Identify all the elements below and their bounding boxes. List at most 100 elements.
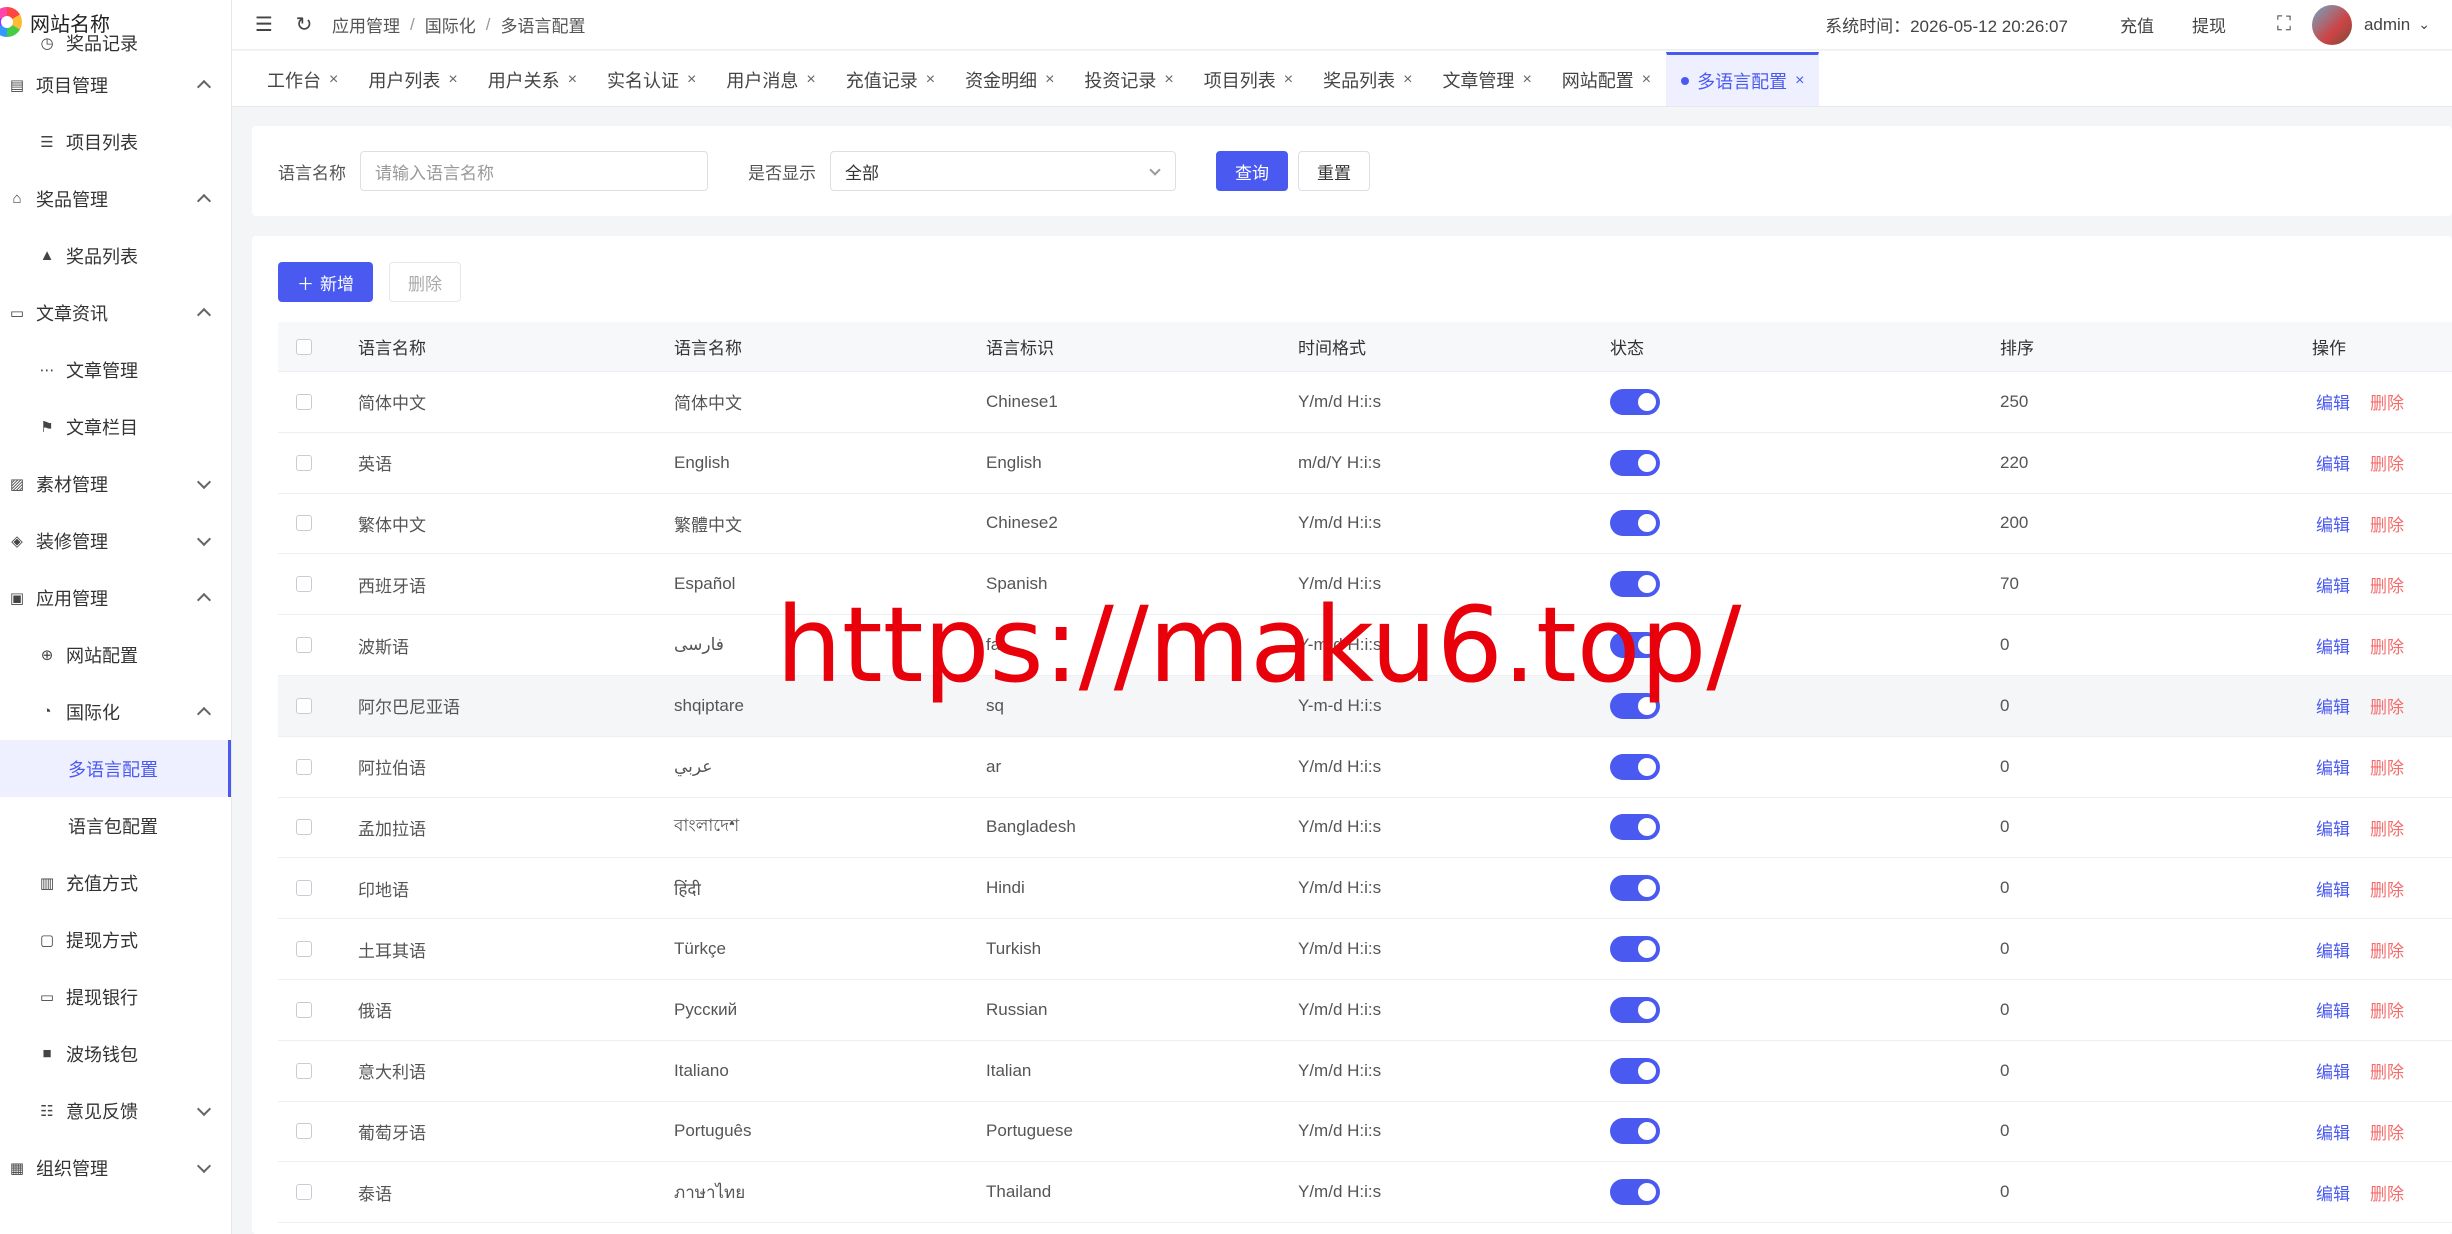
status-toggle[interactable] xyxy=(1610,996,1660,1023)
sidebar-item[interactable]: ▭ 提现银行 xyxy=(0,968,231,1025)
row-checkbox[interactable] xyxy=(296,1123,312,1140)
delete-link[interactable]: 删除 xyxy=(2370,1063,2404,1082)
tab-item[interactable]: 用户关系 × xyxy=(473,52,592,106)
sidebar-item[interactable]: 多语言配置 xyxy=(0,740,231,797)
status-toggle[interactable] xyxy=(1610,571,1660,598)
close-icon[interactable]: × xyxy=(1164,71,1173,89)
sidebar-item[interactable]: ⚑ 文章栏目 xyxy=(0,398,231,455)
sidebar-item[interactable]: ▢ 提现方式 xyxy=(0,911,231,968)
edit-link[interactable]: 编辑 xyxy=(2316,698,2350,717)
row-checkbox[interactable] xyxy=(296,576,312,593)
row-checkbox[interactable] xyxy=(296,819,312,836)
sidebar-item[interactable]: ⋯ 文章管理 xyxy=(0,341,231,398)
row-checkbox[interactable] xyxy=(296,515,312,532)
sidebar-item[interactable]: ▨ 素材管理 xyxy=(0,455,231,512)
row-checkbox[interactable] xyxy=(296,1062,312,1079)
sidebar-item[interactable]: ◈ 装修管理 xyxy=(0,512,231,569)
close-icon[interactable]: × xyxy=(1284,71,1293,89)
row-checkbox[interactable] xyxy=(296,941,312,958)
username[interactable]: admin xyxy=(2364,15,2410,35)
sidebar-item[interactable]: ◔ 国际化 xyxy=(0,683,231,740)
edit-link[interactable]: 编辑 xyxy=(2316,820,2350,839)
edit-link[interactable]: 编辑 xyxy=(2316,1063,2350,1082)
status-toggle[interactable] xyxy=(1610,875,1660,902)
edit-link[interactable]: 编辑 xyxy=(2316,638,2350,657)
status-toggle[interactable] xyxy=(1610,936,1660,963)
tab-item[interactable]: 投资记录 × xyxy=(1069,52,1188,106)
row-checkbox[interactable] xyxy=(296,697,312,714)
edit-link[interactable]: 编辑 xyxy=(2316,577,2350,596)
edit-link[interactable]: 编辑 xyxy=(2316,942,2350,961)
status-toggle[interactable] xyxy=(1610,449,1660,476)
show-filter-select[interactable]: 全部 xyxy=(830,151,1176,191)
tab-item[interactable]: 项目列表 × xyxy=(1189,52,1308,106)
tab-item[interactable]: 文章管理 × xyxy=(1427,52,1546,106)
edit-link[interactable]: 编辑 xyxy=(2316,881,2350,900)
tab-item[interactable]: 多语言配置 × xyxy=(1666,52,1820,106)
sidebar-item[interactable]: ▣ 应用管理 xyxy=(0,569,231,626)
fullscreen-icon[interactable]: ⛶ xyxy=(2264,5,2304,45)
tab-item[interactable]: 充值记录 × xyxy=(831,52,950,106)
breadcrumb-item[interactable]: 国际化 xyxy=(425,12,476,37)
close-icon[interactable]: × xyxy=(568,71,577,89)
delete-link[interactable]: 删除 xyxy=(2370,1185,2404,1204)
edit-link[interactable]: 编辑 xyxy=(2316,394,2350,413)
delete-link[interactable]: 删除 xyxy=(2370,638,2404,657)
delete-link[interactable]: 删除 xyxy=(2370,820,2404,839)
close-icon[interactable]: × xyxy=(926,71,935,89)
delete-link[interactable]: 删除 xyxy=(2370,455,2404,474)
add-button[interactable]: ＋ 新增 xyxy=(278,262,373,302)
row-checkbox[interactable] xyxy=(296,454,312,471)
sidebar-item[interactable]: ⌂ 奖品管理 xyxy=(0,170,231,227)
close-icon[interactable]: × xyxy=(448,71,457,89)
row-checkbox[interactable] xyxy=(296,637,312,654)
status-toggle[interactable] xyxy=(1610,388,1660,415)
sidebar-item[interactable]: ☰ 项目列表 xyxy=(0,113,231,170)
status-toggle[interactable] xyxy=(1610,692,1660,719)
edit-link[interactable]: 编辑 xyxy=(2316,1124,2350,1143)
close-icon[interactable]: × xyxy=(1403,71,1412,89)
tab-item[interactable]: 用户列表 × xyxy=(353,52,472,106)
sidebar-item[interactable]: ▤ 项目管理 xyxy=(0,56,231,113)
refresh-icon[interactable]: ↻ xyxy=(284,5,324,45)
close-icon[interactable]: × xyxy=(1642,71,1651,89)
sidebar-item[interactable]: ⊕ 网站配置 xyxy=(0,626,231,683)
edit-link[interactable]: 编辑 xyxy=(2316,1002,2350,1021)
status-toggle[interactable] xyxy=(1610,632,1660,659)
sidebar-item[interactable]: ▦ 组织管理 xyxy=(0,1139,231,1196)
status-toggle[interactable] xyxy=(1610,1118,1660,1145)
tab-item[interactable]: 用户消息 × xyxy=(711,52,830,106)
reset-button[interactable]: 重置 xyxy=(1298,151,1370,191)
breadcrumb-item[interactable]: 应用管理 xyxy=(332,12,400,37)
status-toggle[interactable] xyxy=(1610,1179,1660,1206)
delete-link[interactable]: 删除 xyxy=(2370,1124,2404,1143)
delete-link[interactable]: 删除 xyxy=(2370,577,2404,596)
tab-item[interactable]: 资金明细 × xyxy=(950,52,1069,106)
query-button[interactable]: 查询 xyxy=(1216,151,1288,191)
close-icon[interactable]: × xyxy=(1522,71,1531,89)
close-icon[interactable]: × xyxy=(687,71,696,89)
status-toggle[interactable] xyxy=(1610,510,1660,537)
edit-link[interactable]: 编辑 xyxy=(2316,516,2350,535)
delete-link[interactable]: 删除 xyxy=(2370,394,2404,413)
select-all-checkbox[interactable] xyxy=(296,338,312,355)
sidebar-item[interactable]: ▥ 充值方式 xyxy=(0,854,231,911)
close-icon[interactable]: × xyxy=(806,71,815,89)
status-toggle[interactable] xyxy=(1610,1057,1660,1084)
delete-link[interactable]: 删除 xyxy=(2370,1002,2404,1021)
sidebar-item[interactable]: ▭ 文章资讯 xyxy=(0,284,231,341)
delete-link[interactable]: 删除 xyxy=(2370,516,2404,535)
withdraw-link[interactable]: 提现 xyxy=(2192,12,2226,37)
edit-link[interactable]: 编辑 xyxy=(2316,759,2350,778)
recharge-link[interactable]: 充值 xyxy=(2120,12,2154,37)
delete-link[interactable]: 删除 xyxy=(2370,942,2404,961)
sidebar-item[interactable]: 语言包配置 xyxy=(0,797,231,854)
sidebar-item[interactable]: ▲ 奖品列表 xyxy=(0,227,231,284)
batch-delete-button[interactable]: 删除 xyxy=(389,262,461,302)
delete-link[interactable]: 删除 xyxy=(2370,698,2404,717)
row-checkbox[interactable] xyxy=(296,758,312,775)
close-icon[interactable]: × xyxy=(1795,72,1804,90)
chevron-down-icon[interactable]: ⌄ xyxy=(2418,16,2430,33)
sidebar-item[interactable]: ☷ 意见反馈 xyxy=(0,1082,231,1139)
row-checkbox[interactable] xyxy=(296,880,312,897)
